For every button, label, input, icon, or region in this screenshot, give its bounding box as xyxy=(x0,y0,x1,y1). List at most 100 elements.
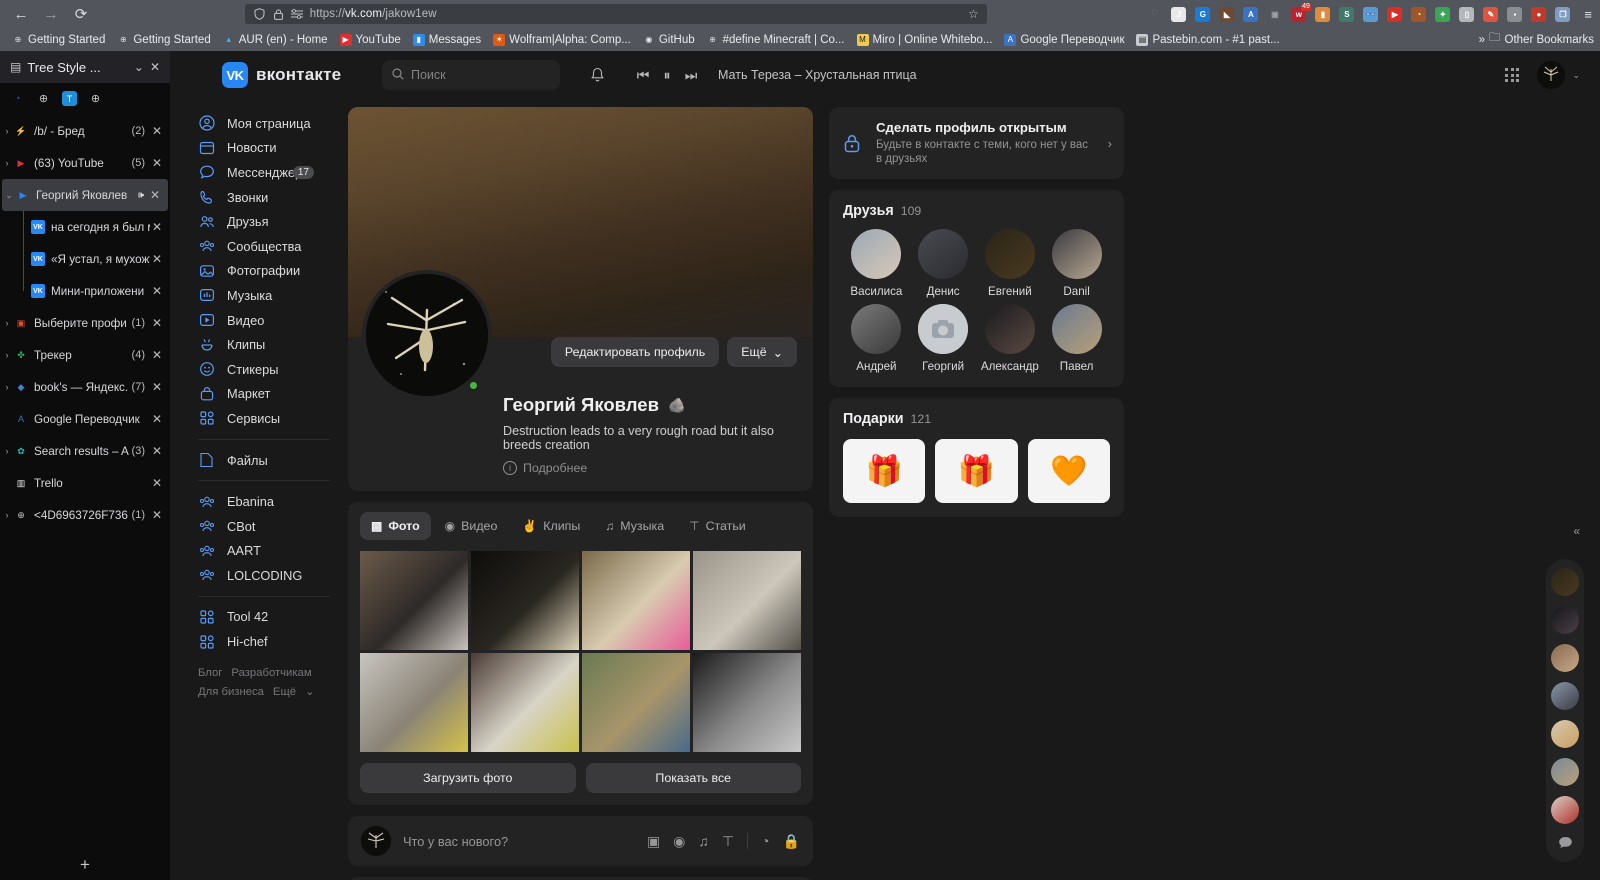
sidebar-item-files[interactable]: Файлы xyxy=(194,448,348,473)
bookmark-item[interactable]: ▲AUR (en) - Home xyxy=(217,32,334,48)
tab-row[interactable]: VK«Я устал, я мухожу✕ xyxy=(0,243,170,275)
close-icon[interactable]: ✕ xyxy=(150,60,160,74)
bookmark-item[interactable]: ✶Wolfram|Alpha: Comp... xyxy=(487,32,637,48)
vk-logo[interactable]: VK вконтакте xyxy=(222,62,362,88)
tab-close-icon[interactable]: ✕ xyxy=(150,380,164,394)
bookmark-item[interactable]: ⊕Getting Started xyxy=(111,32,216,48)
dark-reader-icon[interactable]: ◣ xyxy=(1219,7,1234,22)
tab-row[interactable]: ⌄▶Георгий Яковлев🕪✕ xyxy=(2,179,168,211)
sidebar-item-сообщества[interactable]: Сообщества xyxy=(194,234,348,259)
tab-close-icon[interactable]: ✕ xyxy=(150,124,164,138)
bitwarden-icon[interactable]: ▮ xyxy=(1315,7,1330,22)
sidebar-item-маркет[interactable]: Маркет xyxy=(194,382,348,407)
footer-link[interactable]: Ещё xyxy=(273,683,296,702)
bell-icon[interactable] xyxy=(580,58,614,92)
edit-profile-button[interactable]: Редактировать профиль xyxy=(551,337,719,367)
shield-icon[interactable] xyxy=(253,8,266,21)
lock-icon[interactable]: 🔒 xyxy=(783,833,800,850)
tab-статьи[interactable]: ⊤Статьи xyxy=(678,512,757,540)
apps-grid-icon[interactable] xyxy=(1505,68,1519,82)
more-actions-button[interactable]: Ещё ⌄ xyxy=(727,337,797,367)
bookmark-item[interactable]: ▤Pastebin.com - #1 past... xyxy=(1130,32,1285,48)
tab-twisty-icon[interactable]: › xyxy=(0,126,14,136)
chevron-down-icon[interactable]: ⌄ xyxy=(305,686,314,698)
photo-person-car[interactable] xyxy=(360,551,468,650)
sidebar-app-hi-chef[interactable]: Hi-chef xyxy=(194,629,348,654)
colors-icon[interactable]: ✦ xyxy=(1435,7,1450,22)
sidebar-item-мессенджер[interactable]: Мессенджер17 xyxy=(194,160,348,185)
photo-horse[interactable] xyxy=(582,653,690,752)
tab-close-icon[interactable]: ✕ xyxy=(150,220,164,234)
friend-item[interactable]: Василиса xyxy=(843,229,910,298)
rail-avatar-4[interactable] xyxy=(1551,682,1579,710)
open-profile-banner[interactable]: Сделать профиль открытым Будьте в контак… xyxy=(829,107,1124,179)
photo-sea-creature[interactable] xyxy=(471,551,579,650)
grammarly-icon[interactable]: G xyxy=(1195,7,1210,22)
tab-twisty-icon[interactable]: › xyxy=(0,318,14,328)
tab-sound-icon[interactable]: 🕪 xyxy=(138,190,144,201)
hamburger-menu-icon[interactable]: ≡ xyxy=(1584,7,1592,22)
squirrel-icon[interactable]: ◔ xyxy=(1411,7,1426,22)
pen-icon[interactable]: ✎ xyxy=(1483,7,1498,22)
tab-row[interactable]: ›⊕<4D6963726F736(1)✕ xyxy=(0,499,170,531)
bookmark-star-icon[interactable]: ☆ xyxy=(968,7,979,21)
tab-twisty-icon[interactable]: › xyxy=(0,446,14,456)
copy-icon[interactable]: ❐ xyxy=(1555,7,1570,22)
collapse-rail-button[interactable]: « xyxy=(1573,524,1580,538)
apple-icon[interactable]: ● xyxy=(1531,7,1546,22)
tab-row[interactable]: ›⚡/b/ - Бред(2)✕ xyxy=(0,115,170,147)
tab-close-icon[interactable]: ✕ xyxy=(150,412,164,426)
camera-icon[interactable]: ▣ xyxy=(647,833,660,850)
search-input[interactable]: Поиск xyxy=(382,60,560,90)
show-all-photos-button[interactable]: Показать все xyxy=(586,763,802,793)
translate-icon[interactable]: A xyxy=(1243,7,1258,22)
chevron-right-icon[interactable]: › xyxy=(1108,136,1112,151)
sidebar-item-фотографии[interactable]: Фотографии xyxy=(194,259,348,284)
prev-track-button[interactable]: ⏮ xyxy=(632,58,654,92)
tab-row[interactable]: VKна сегодня я был м✕ xyxy=(0,211,170,243)
video-icon[interactable]: ◉ xyxy=(673,833,685,850)
bookmarks-overflow-icon[interactable]: » xyxy=(1479,34,1485,46)
tab-close-icon[interactable]: ✕ xyxy=(150,476,164,490)
bookmark-item[interactable]: ⊕#define Minecraft | Co... xyxy=(701,32,851,48)
bookmark-item[interactable]: AGoogle Переводчик xyxy=(998,32,1130,48)
photo-jacket[interactable] xyxy=(471,653,579,752)
tab-row[interactable]: ›◆book's — Яндекс.(7)✕ xyxy=(0,371,170,403)
stylus-icon[interactable]: S xyxy=(1339,7,1354,22)
footer-link[interactable]: Блог xyxy=(198,664,222,683)
tab-музыка[interactable]: ♫Музыка xyxy=(594,512,675,540)
friend-item[interactable]: Георгий xyxy=(910,304,977,373)
footer-link[interactable]: Разработчикам xyxy=(231,664,311,683)
sidebar-item-стикеры[interactable]: Стикеры xyxy=(194,357,348,382)
more-icon[interactable]: ◔ xyxy=(761,833,769,849)
tab-twisty-icon[interactable]: › xyxy=(0,510,14,520)
sidebar-item-музыка[interactable]: Музыка xyxy=(194,283,348,308)
tab-row[interactable]: AGoogle Переводчик✕ xyxy=(0,403,170,435)
forward-button[interactable]: → xyxy=(38,2,64,26)
gift-blue-birds[interactable]: 🎁 xyxy=(843,439,925,503)
ublock-origin-icon[interactable]: ⛉ xyxy=(1147,7,1162,22)
tab-twisty-icon[interactable]: › xyxy=(0,350,14,360)
friend-item[interactable]: Денис xyxy=(910,229,977,298)
tab-twisty-icon[interactable]: › xyxy=(0,158,14,168)
profile-more-link[interactable]: i Подробнее xyxy=(503,461,797,475)
phone-icon[interactable]: ▯ xyxy=(1459,7,1474,22)
tab-close-icon[interactable]: ✕ xyxy=(150,252,164,266)
rail-avatar-2[interactable] xyxy=(1551,606,1579,634)
screenshot-icon[interactable]: ▣ xyxy=(1267,7,1282,22)
lock-icon[interactable] xyxy=(272,8,285,21)
tab-close-icon[interactable]: ✕ xyxy=(150,508,164,522)
friend-item[interactable]: Евгений xyxy=(977,229,1044,298)
tab-close-icon[interactable]: ✕ xyxy=(150,444,164,458)
friend-item[interactable]: Андрей xyxy=(843,304,910,373)
gift-orange-cat[interactable]: 🧡 xyxy=(1028,439,1110,503)
sidebar-item-моя-страница[interactable]: Моя страница xyxy=(194,111,348,136)
tab-close-icon[interactable]: ✕ xyxy=(150,348,164,362)
tab-close-icon[interactable]: ✕ xyxy=(148,188,162,202)
poll-icon[interactable]: ⊤ xyxy=(722,833,734,850)
sidebar-group-aart[interactable]: AART xyxy=(194,539,348,564)
tab-twisty-icon[interactable]: › xyxy=(0,382,14,392)
tab-видео[interactable]: ◉Видео xyxy=(434,512,509,540)
footer-link[interactable]: Для бизнеса xyxy=(198,683,264,702)
next-track-button[interactable]: ⏭ xyxy=(680,58,702,92)
